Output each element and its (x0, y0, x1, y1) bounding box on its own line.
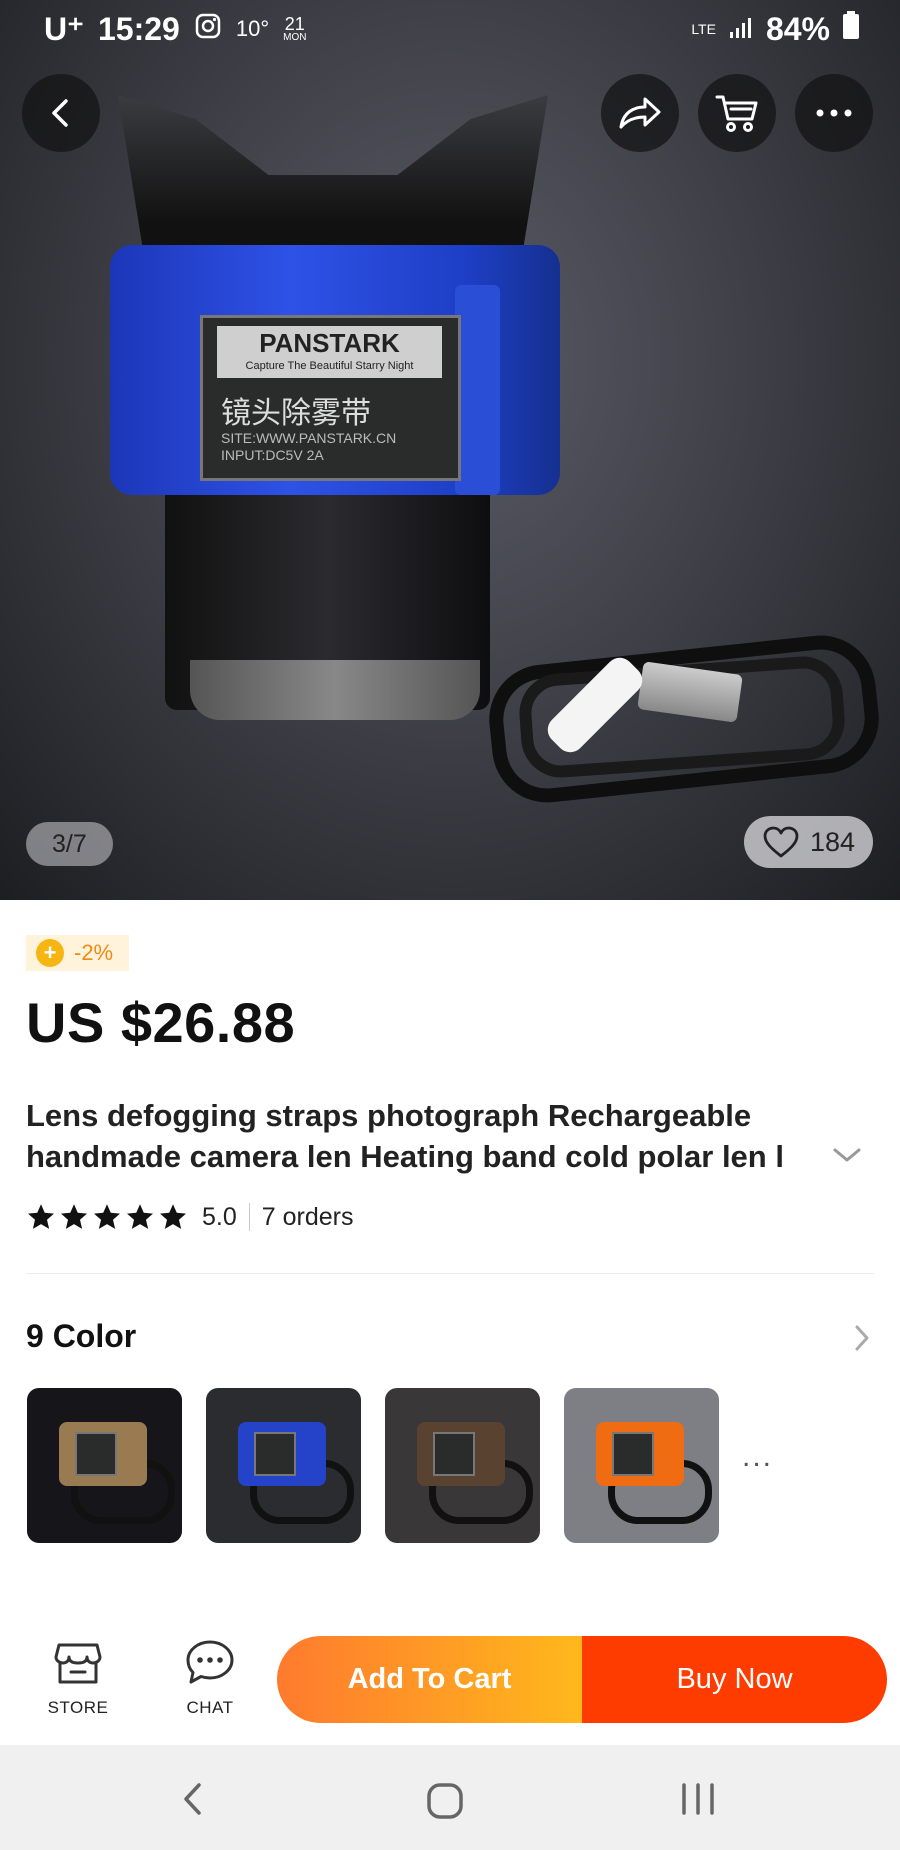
rating-separator (248, 1203, 250, 1231)
heart-icon (763, 826, 799, 858)
star-icon (94, 1204, 120, 1229)
variant-chevron-button[interactable] (852, 1322, 872, 1359)
thumbnail-label (433, 1432, 475, 1476)
discount-badge: + -2% (26, 935, 130, 971)
carrier-label: U⁺ (44, 11, 84, 47)
chat-button[interactable]: CHAT (160, 1636, 260, 1718)
chat-label: CHAT (186, 1698, 234, 1717)
coin-plus-icon: + (36, 939, 64, 967)
lens-mount-image (190, 660, 480, 720)
variant-thumbnail[interactable] (385, 1388, 540, 1543)
product-price: US $26.88 (26, 991, 296, 1054)
strap-velcro-tab (455, 285, 500, 495)
more-options-button[interactable] (795, 74, 873, 152)
buy-now-button[interactable]: Buy Now (582, 1636, 887, 1723)
variant-thumbnail[interactable] (27, 1388, 182, 1543)
label-tagline: Capture The Beautiful Starry Night (245, 360, 414, 372)
expand-title-button[interactable] (830, 1145, 864, 1170)
status-bar: U⁺ 15:29 10° 21 MON LTE 84% (0, 0, 900, 56)
cart-button[interactable] (698, 74, 776, 152)
nav-home-button[interactable] (425, 1781, 465, 1826)
store-button[interactable]: STORE (28, 1636, 128, 1718)
instagram-icon (194, 11, 222, 48)
more-horizontal-icon (816, 109, 852, 117)
signal-icon (728, 11, 754, 48)
battery-percent: 84% (765, 10, 830, 47)
variant-thumbnail[interactable] (564, 1388, 719, 1543)
temperature: 10° (235, 16, 270, 41)
product-title[interactable]: Lens defogging straps photograph Recharg… (26, 1095, 856, 1177)
chevron-right-icon (855, 1325, 869, 1351)
thumbnail-label (612, 1432, 654, 1476)
image-page-indicator: 3/7 (26, 822, 113, 866)
star-icon (127, 1204, 153, 1229)
wishlist-count: 184 (809, 826, 855, 857)
product-label: PANSTARK Capture The Beautiful Starry Ni… (200, 315, 461, 481)
back-button[interactable] (22, 74, 100, 152)
add-to-cart-button[interactable]: Add To Cart (277, 1636, 582, 1723)
store-label: STORE (47, 1698, 109, 1717)
variant-thumbnail[interactable] (206, 1388, 361, 1543)
chat-icon (186, 1640, 234, 1684)
product-image-gallery[interactable]: PANSTARK Capture The Beautiful Starry Ni… (0, 0, 900, 900)
variant-heading[interactable]: 9 Color (26, 1318, 136, 1355)
back-arrow-icon (52, 99, 68, 127)
chevron-down-icon (833, 1148, 861, 1162)
label-specs: SITE:WWW.PANSTARK.CN INPUT:DC5V 2A (221, 430, 397, 463)
wishlist-button[interactable]: 184 (743, 816, 873, 868)
star-icon (28, 1204, 54, 1229)
system-nav-bar (0, 1745, 900, 1850)
store-icon (54, 1643, 102, 1684)
network-label: LTE (691, 21, 716, 37)
nav-back-button[interactable] (178, 1781, 208, 1822)
star-rating (26, 1202, 188, 1232)
nav-back-icon (184, 1783, 201, 1815)
orders-count: 7 orders (261, 1202, 354, 1231)
rating-row[interactable]: 5.0 7 orders (26, 1202, 353, 1232)
variant-thumbnails (27, 1388, 719, 1543)
more-variants-button[interactable]: ... (742, 1440, 773, 1474)
label-chinese-text: 镜头除雾带 (221, 397, 371, 430)
nav-recents-icon (682, 1783, 714, 1815)
cart-icon (715, 95, 758, 132)
star-icon (61, 1204, 87, 1229)
share-icon (619, 97, 661, 129)
label-brand: PANSTARK Capture The Beautiful Starry Ni… (217, 326, 442, 378)
battery-icon (842, 10, 860, 48)
lens-hood-image (118, 95, 548, 255)
thumbnail-label (254, 1432, 296, 1476)
star-icon (160, 1204, 186, 1229)
share-button[interactable] (601, 74, 679, 152)
bottom-action-bar: STORE CHAT Add To Cart Buy Now (0, 1580, 900, 1745)
rating-value: 5.0 (202, 1202, 237, 1231)
nav-recents-button[interactable] (678, 1781, 718, 1822)
section-divider (26, 1273, 874, 1274)
clock: 15:29 (98, 10, 180, 47)
date-badge: 21 MON (283, 13, 307, 43)
discount-text: -2% (74, 940, 114, 965)
nav-home-icon (427, 1783, 463, 1819)
thumbnail-label (75, 1432, 117, 1476)
